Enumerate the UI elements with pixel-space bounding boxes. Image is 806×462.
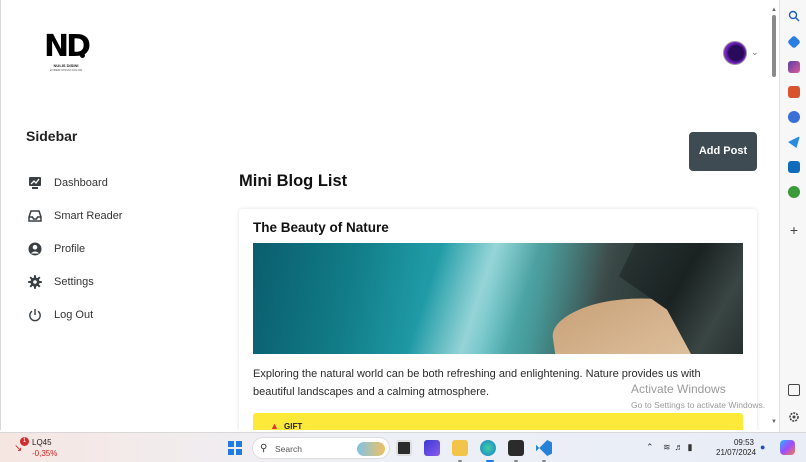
games-icon[interactable] xyxy=(788,61,800,73)
sidebar-item-smart-reader[interactable]: Smart Reader xyxy=(27,206,122,226)
copilot-icon[interactable] xyxy=(788,111,800,123)
watermark-subtitle: Go to Settings to activate Windows. xyxy=(631,400,766,410)
toolbox-icon[interactable] xyxy=(788,86,800,98)
user-circle-icon xyxy=(28,242,42,256)
dashboard-icon xyxy=(29,177,41,189)
system-tray-icons[interactable]: ≋♬▮ xyxy=(663,442,697,453)
ai-app-icon[interactable] xyxy=(424,440,440,456)
post-title[interactable]: The Beauty of Nature xyxy=(253,220,389,235)
sidebar-item-profile[interactable]: Profile xyxy=(27,239,85,259)
page-title: Mini Blog List xyxy=(239,172,348,190)
gear-icon[interactable] xyxy=(788,411,800,423)
sidebar-item-label: Profile xyxy=(54,243,86,255)
clock[interactable]: 09:53 21/07/2024 xyxy=(716,438,757,458)
sidebar-item-label: Smart Reader xyxy=(54,210,123,222)
sidebar-title: Sidebar xyxy=(26,128,78,144)
sidebar-item-settings[interactable]: Settings xyxy=(27,272,94,292)
scrollbar-thumb[interactable] xyxy=(772,15,776,77)
logo-mark: ND xyxy=(44,29,91,64)
search-icon: ⚲ xyxy=(260,443,268,454)
search-highlight-icon xyxy=(357,442,385,456)
taskbar-search[interactable]: ⚲ Search xyxy=(252,437,390,459)
file-explorer-icon[interactable] xyxy=(452,440,468,456)
add-icon[interactable]: + xyxy=(788,223,800,237)
gift-label: GIFT xyxy=(284,422,303,430)
scroll-up-arrow-icon[interactable]: ▲ xyxy=(771,7,777,13)
notification-badge: 1 xyxy=(20,437,29,446)
post-image xyxy=(253,243,743,354)
tree-icon[interactable] xyxy=(788,186,800,198)
task-view-icon[interactable] xyxy=(396,440,412,456)
notification-bell-icon[interactable]: ● xyxy=(760,442,765,452)
send-icon[interactable] xyxy=(788,136,800,148)
gear-icon xyxy=(28,275,42,289)
gift-button[interactable]: ▲ GIFT xyxy=(253,413,743,430)
taskbar: ↘ 1 LQ45 -0,35% ⚲ Search ⌃ ≋♬▮ 09:53 21/… xyxy=(0,432,806,462)
sidebar-item-label: Dashboard xyxy=(54,177,108,189)
sidebar-item-dashboard[interactable]: Dashboard xyxy=(27,173,108,193)
vscode-icon[interactable] xyxy=(536,440,552,456)
search-label: Search xyxy=(275,444,302,454)
terminal-icon[interactable] xyxy=(508,440,524,456)
copilot-icon[interactable] xyxy=(780,440,795,455)
logo-dot xyxy=(80,53,85,58)
shopping-tag-icon[interactable] xyxy=(787,35,801,49)
activate-windows-watermark: Activate Windows Go to Settings to activ… xyxy=(631,382,765,410)
clock-time: 09:53 xyxy=(733,438,754,447)
chevron-down-icon[interactable]: ⌄ xyxy=(751,47,759,58)
outlook-icon[interactable] xyxy=(788,161,800,173)
clock-date: 21/07/2024 xyxy=(716,448,757,457)
watermark-title: Activate Windows xyxy=(631,382,726,396)
chevron-up-icon[interactable]: ⌃ xyxy=(646,442,654,453)
stock-change: -0,35% xyxy=(32,449,58,458)
scroll-down-arrow-icon[interactable]: ▼ xyxy=(771,419,777,425)
stock-name: LQ45 xyxy=(32,438,52,447)
sidebar-item-label: Settings xyxy=(54,276,94,288)
inbox-icon xyxy=(28,210,42,222)
search-icon[interactable] xyxy=(788,10,800,22)
sidebar-item-logout[interactable]: Log Out xyxy=(27,305,93,325)
site-logo[interactable]: ND NULIS DISINI LOREM IPSUM DOLOR xyxy=(42,29,91,76)
add-post-button[interactable]: Add Post xyxy=(689,132,757,171)
browser-side-panel: + xyxy=(779,0,806,432)
sidebar-item-label: Log Out xyxy=(54,309,94,321)
logo-tagline: LOREM IPSUM DOLOR xyxy=(49,68,83,72)
windows-start-button[interactable] xyxy=(228,441,242,455)
avatar[interactable] xyxy=(723,41,747,65)
gift-icon: ▲ xyxy=(270,421,279,430)
screen-icon[interactable] xyxy=(788,384,800,396)
browser-page: ND NULIS DISINI LOREM IPSUM DOLOR ⌄ Side… xyxy=(0,0,771,430)
edge-browser-icon[interactable] xyxy=(480,440,496,456)
power-icon xyxy=(29,309,41,322)
